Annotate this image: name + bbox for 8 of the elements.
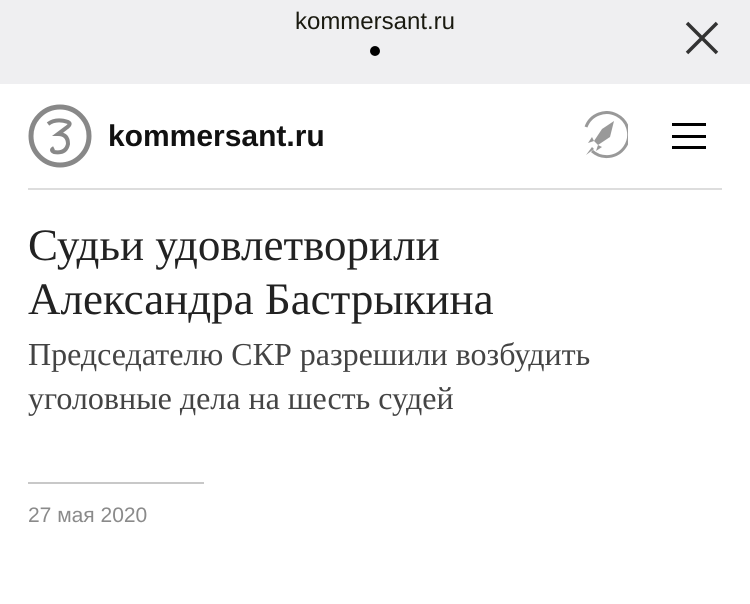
site-name[interactable]: kommersant.ru xyxy=(108,114,325,158)
article-date: 27 мая 2020 xyxy=(28,503,148,529)
page-title: kommersant.ru xyxy=(294,7,456,37)
menu-button[interactable] xyxy=(672,123,706,149)
article-headline: Судьи удовлетворили Александра Бастрыкина xyxy=(28,219,495,326)
logo-icon[interactable] xyxy=(28,104,92,168)
article-subtitle: Председателю СКР разрешили возбудить уголовные дела на шесть судей xyxy=(28,335,592,418)
close-button[interactable] xyxy=(684,20,720,56)
